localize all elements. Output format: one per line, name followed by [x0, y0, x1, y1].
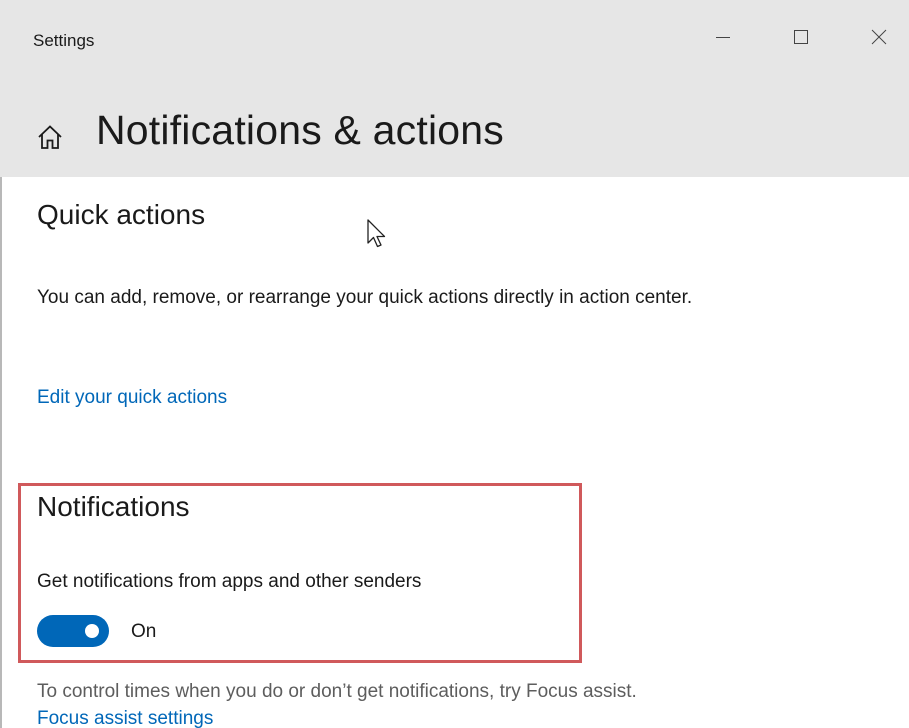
maximize-icon [794, 30, 808, 44]
notifications-toggle[interactable] [37, 615, 109, 647]
mouse-cursor-icon [367, 219, 386, 248]
toggle-knob [85, 624, 99, 638]
notifications-heading: Notifications [37, 491, 190, 522]
edit-quick-actions-link[interactable]: Edit your quick actions [37, 387, 227, 409]
window-title: Settings [33, 31, 95, 50]
page-title: Notifications & actions [96, 107, 504, 153]
settings-window: Settings Notifications & actions Quick a… [0, 0, 909, 728]
notifications-toggle-label: Get notifications from apps and other se… [37, 571, 422, 592]
close-icon [871, 29, 887, 45]
maximize-button[interactable] [778, 14, 824, 60]
focus-assist-settings-link[interactable]: Focus assist settings [37, 708, 213, 728]
focus-assist-text: To control times when you do or don’t ge… [37, 681, 637, 702]
minimize-icon [716, 37, 730, 38]
toggle-state-label: On [131, 621, 157, 642]
close-button[interactable] [856, 14, 902, 60]
quick-actions-heading: Quick actions [37, 199, 206, 230]
home-icon[interactable] [36, 123, 64, 151]
quick-actions-description: You can add, remove, or rearrange your q… [37, 287, 693, 308]
minimize-button[interactable] [700, 14, 746, 60]
